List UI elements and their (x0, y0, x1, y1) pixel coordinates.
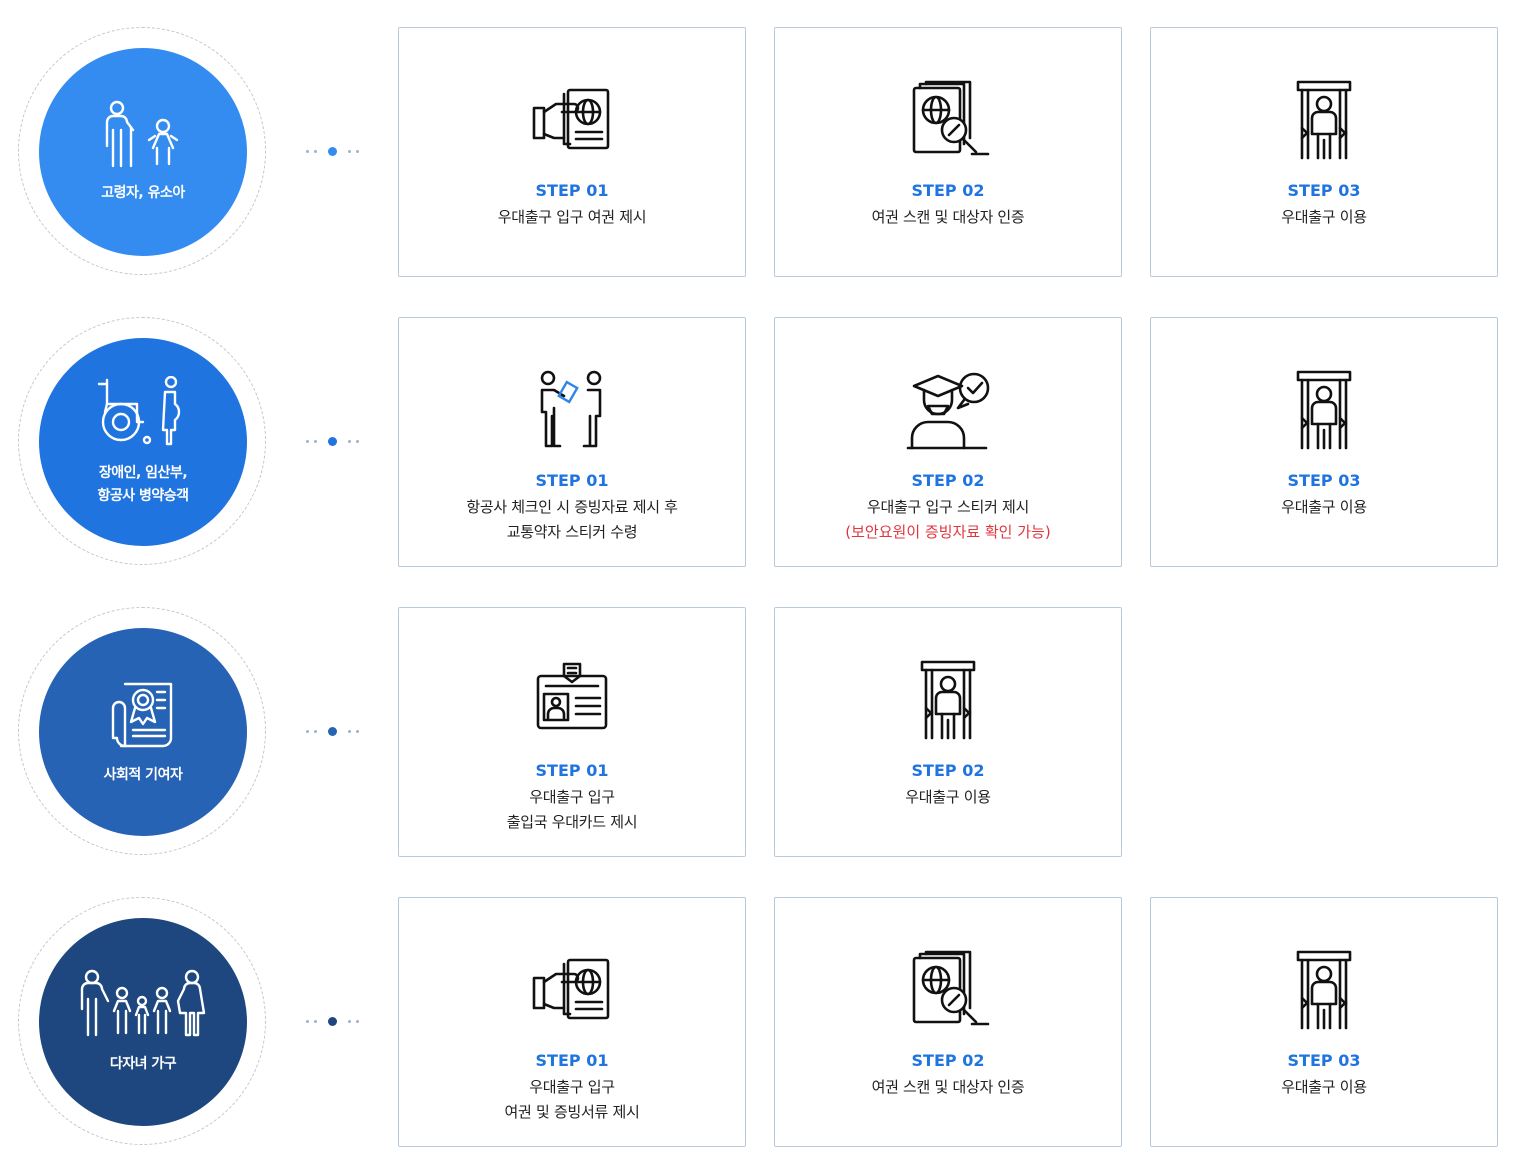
connector-dot (348, 150, 351, 153)
connector-dot (356, 1020, 359, 1023)
process-row: 사회적 기여자 STEP 01 우대출구 입구 출입국 우대카드 제시 STEP … (0, 580, 1525, 870)
connector-dot (306, 440, 309, 443)
connector-dots (306, 436, 362, 448)
process-row: 장애인, 임산부, 항공사 병약승객 STEP 01 항공사 체크인 시 증빙자료… (0, 290, 1525, 580)
category-label: 다자녀 가구 (109, 1055, 177, 1072)
connector-dots (306, 146, 362, 158)
connector-dot (314, 1020, 317, 1023)
step-label: STEP 02 (911, 181, 985, 200)
step-card: STEP 02 우대출구 이용 (774, 607, 1122, 857)
family-icon (78, 969, 208, 1039)
connector-dot (348, 730, 351, 733)
security-gate-icon (906, 658, 990, 742)
step-description: 여권 스캔 및 대상자 인증 (871, 208, 1025, 226)
step-card: STEP 02 우대출구 입구 스티커 제시 (보안요원이 증빙자료 확인 가능) (774, 317, 1122, 567)
step-label: STEP 01 (535, 471, 609, 490)
connector-dot (356, 730, 359, 733)
category-label: 고령자, 유소아 (101, 184, 185, 201)
step-label: STEP 02 (911, 1051, 985, 1070)
step-card: STEP 03 우대출구 이용 (1150, 317, 1498, 567)
category-circle: 고령자, 유소아 (39, 48, 247, 256)
connector-dot (306, 1020, 309, 1023)
passport-hand-icon (530, 948, 614, 1032)
elderly-child-icon (101, 100, 185, 168)
step-description: 우대출구 이용 (905, 788, 991, 806)
step-card: STEP 02 여권 스캔 및 대상자 인증 (774, 27, 1122, 277)
step-description: 우대출구 이용 (1281, 208, 1367, 226)
step-card: STEP 03 우대출구 이용 (1150, 897, 1498, 1147)
step-card: STEP 01 우대출구 입구 출입국 우대카드 제시 (398, 607, 746, 857)
security-gate-icon (1282, 948, 1366, 1032)
category-circle: 사회적 기여자 (39, 628, 247, 836)
step-label: STEP 03 (1287, 1051, 1361, 1070)
step-description: 우대출구 입구 여권 제시 (497, 208, 647, 226)
passport-scan-icon (906, 78, 990, 162)
step-label: STEP 01 (535, 761, 609, 780)
connector-dot (348, 440, 351, 443)
security-officer-check-icon (906, 368, 990, 452)
category-circle: 다자녀 가구 (39, 918, 247, 1126)
id-card-icon (530, 658, 614, 742)
category-label: 장애인, 임산부, 항공사 병약승객 (97, 465, 189, 504)
connector-dot (328, 727, 337, 736)
step-card: STEP 03 우대출구 이용 (1150, 27, 1498, 277)
step-description: 우대출구 이용 (1281, 498, 1367, 516)
category-label: 사회적 기여자 (103, 766, 183, 783)
wheelchair-pregnant-icon (97, 376, 189, 448)
step-card: STEP 01 항공사 체크인 시 증빙자료 제시 후 교통약자 스티커 수령 (398, 317, 746, 567)
step-description: 항공사 체크인 시 증빙자료 제시 후 교통약자 스티커 수령 (466, 498, 678, 541)
connector-dot (314, 150, 317, 153)
step-card: STEP 01 우대출구 입구 여권 및 증빙서류 제시 (398, 897, 746, 1147)
process-row: 고령자, 유소아 STEP 01 우대출구 입구 여권 제시 STEP 02 여권 … (0, 0, 1525, 290)
connector-dot (314, 730, 317, 733)
step-description: 우대출구 입구 여권 및 증빙서류 제시 (504, 1078, 640, 1121)
step-description: 우대출구 입구 출입국 우대카드 제시 (506, 788, 638, 831)
connector-dot (356, 150, 359, 153)
connector-dot (328, 437, 337, 446)
connector-dot (348, 1020, 351, 1023)
step-description: 우대출구 입구 스티커 제시 (867, 498, 1029, 516)
step-label: STEP 01 (535, 181, 609, 200)
step-card: STEP 02 여권 스캔 및 대상자 인증 (774, 897, 1122, 1147)
security-gate-icon (1282, 368, 1366, 452)
passport-scan-icon (906, 948, 990, 1032)
connector-dot (356, 440, 359, 443)
connector-dots (306, 1016, 362, 1028)
step-label: STEP 03 (1287, 471, 1361, 490)
process-row: 다자녀 가구 STEP 01 우대출구 입구 여권 및 증빙서류 제시 STEP … (0, 870, 1525, 1160)
step-label: STEP 01 (535, 1051, 609, 1070)
step-note: (보안요원이 증빙자료 확인 가능) (845, 523, 1051, 541)
step-label: STEP 03 (1287, 181, 1361, 200)
step-label: STEP 02 (911, 761, 985, 780)
connector-dot (314, 440, 317, 443)
connector-dots (306, 726, 362, 738)
step-description: 여권 스캔 및 대상자 인증 (871, 1078, 1025, 1096)
security-gate-icon (1282, 78, 1366, 162)
connector-dot (306, 730, 309, 733)
connector-dot (328, 147, 337, 156)
category-circle: 장애인, 임산부, 항공사 병약승객 (39, 338, 247, 546)
connector-dot (306, 150, 309, 153)
step-card: STEP 01 우대출구 입구 여권 제시 (398, 27, 746, 277)
step-label: STEP 02 (911, 471, 985, 490)
step-description: 우대출구 이용 (1281, 1078, 1367, 1096)
certificate-icon (109, 678, 177, 750)
document-handover-icon (530, 368, 614, 452)
connector-dot (328, 1017, 337, 1026)
passport-hand-icon (530, 78, 614, 162)
